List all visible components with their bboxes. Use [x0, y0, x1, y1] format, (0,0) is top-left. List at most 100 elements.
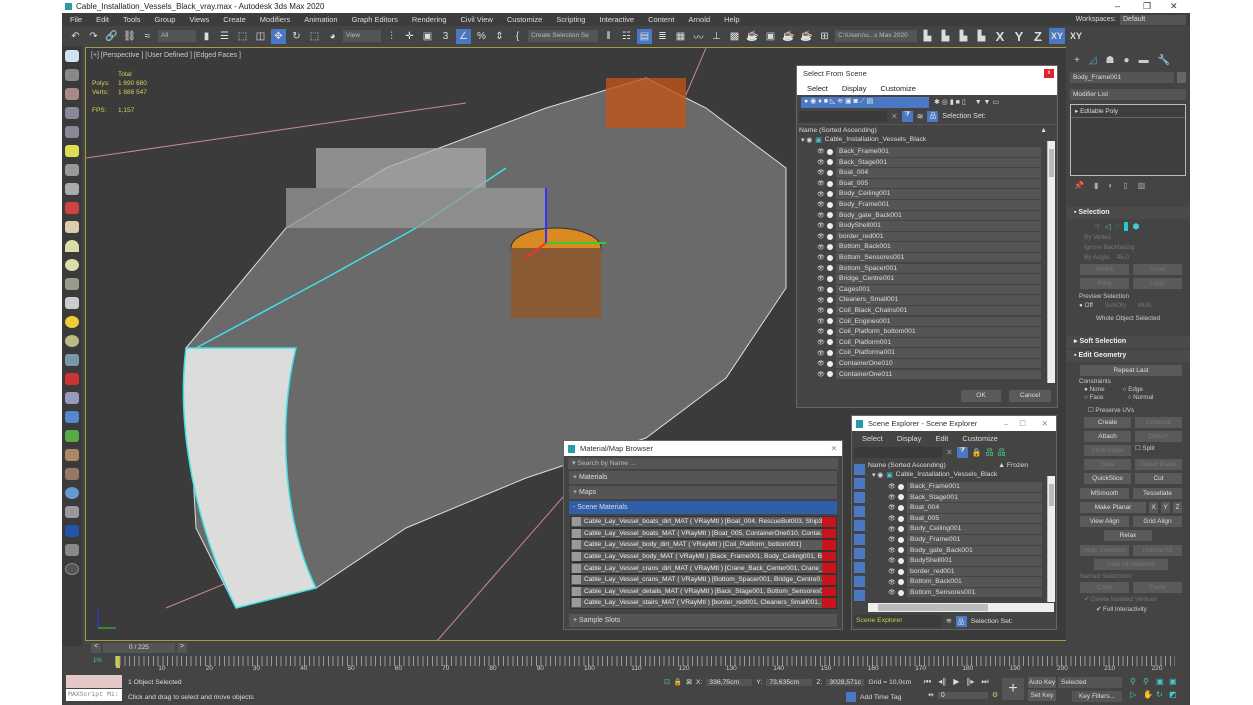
axis-xy-button[interactable]: XY: [1049, 28, 1065, 44]
make-unique-icon[interactable]: ◐: [1108, 181, 1113, 190]
relax-button[interactable]: Relax: [1104, 530, 1152, 541]
visibility-eye-icon[interactable]: 👁: [817, 275, 825, 282]
time-config-icon[interactable]: ⚙: [992, 691, 998, 699]
materials-category[interactable]: + Materials: [569, 471, 837, 484]
object-list-scrollbar[interactable]: [1047, 141, 1055, 383]
visibility-eye-icon[interactable]: 👁: [817, 169, 825, 176]
funnel-icons[interactable]: ▼ ▼ ▭: [975, 98, 999, 106]
link-icon[interactable]: 🔗: [104, 29, 119, 44]
cone-icon[interactable]: [65, 297, 79, 309]
lock-icon[interactable]: 🔒: [972, 448, 982, 457]
visibility-eye-icon[interactable]: 👁: [817, 233, 825, 240]
menu-graph-editors[interactable]: Graph Editors: [352, 15, 398, 24]
pivot-icon[interactable]: ⫶: [384, 29, 399, 44]
absolute-mode-icon[interactable]: ⊠: [686, 678, 692, 686]
axis-y-button[interactable]: Y: [1011, 29, 1027, 44]
cloud-icon[interactable]: [65, 69, 79, 81]
quickslice-button[interactable]: QuickSlice: [1084, 473, 1131, 484]
bind-spacewarp-icon[interactable]: ≈: [140, 29, 155, 44]
list-item[interactable]: 👁 Body_Frame001: [817, 199, 1045, 210]
ribbon-icon[interactable]: ▦: [673, 29, 688, 44]
set-key-button[interactable]: Set Key: [1028, 690, 1056, 701]
spinner-snap-icon[interactable]: ⇕: [492, 29, 507, 44]
material-editor-icon[interactable]: ▩: [727, 29, 742, 44]
window-crossing-icon[interactable]: ◫: [253, 29, 268, 44]
preview-multi-radio[interactable]: Multi: [1138, 302, 1151, 309]
explorer-name-select[interactable]: Scene Explorer: [854, 615, 942, 627]
list-item[interactable]: 👁 Coil_Black_Chains001: [817, 305, 1045, 316]
manipulate-icon[interactable]: ✛: [402, 29, 417, 44]
list-item[interactable]: 👁 Body_Ceiling001: [888, 524, 1046, 535]
repeat-last-button[interactable]: Repeat Last: [1080, 365, 1182, 376]
list-item[interactable]: 👁 Body_gate_Back001: [888, 545, 1046, 556]
spacewarp-filter-icon[interactable]: [854, 534, 865, 545]
name-column-header[interactable]: Name (Sorted Ascending) ▲: [797, 124, 1057, 136]
visibility-eye-icon[interactable]: 👁: [888, 568, 896, 575]
menu-tools[interactable]: Tools: [123, 15, 141, 24]
paste-button[interactable]: Paste: [1133, 582, 1182, 593]
align-icon[interactable]: ☷: [619, 29, 634, 44]
preview-off-radio[interactable]: ● Off: [1079, 302, 1093, 309]
visibility-eye-icon[interactable]: 👁: [817, 222, 825, 229]
render-setup-icon[interactable]: ☕: [745, 29, 760, 44]
play-icon[interactable]: ▶: [953, 677, 959, 687]
list-item[interactable]: 👁 Body_Ceiling001: [817, 189, 1045, 200]
list-item[interactable]: 👁 Back_Frame001: [817, 147, 1045, 158]
project-path-select[interactable]: C:\Users\u...s Max 2020: [835, 30, 917, 42]
plant-icon[interactable]: [65, 430, 79, 442]
particles-icon[interactable]: [65, 354, 79, 366]
name-column-header[interactable]: Name (Sorted Ascending) ▲ Frozen: [868, 460, 1056, 471]
zoom-extents-icon[interactable]: ▣: [1156, 677, 1169, 686]
visibility-eye-icon[interactable]: 👁: [888, 557, 896, 564]
prev-frame-icon[interactable]: <: [91, 643, 101, 653]
attach-button[interactable]: Attach: [1084, 431, 1131, 442]
project-icon-3[interactable]: ▙: [956, 29, 971, 44]
fluid-icon[interactable]: [65, 411, 79, 423]
tree-root[interactable]: ▾ ◉ ▣ Cable_Installation_Vessels_Black: [868, 471, 1056, 482]
soft-selection-rollout-header[interactable]: ▸ Soft Selection: [1066, 336, 1190, 348]
edge-level-icon[interactable]: ◁: [1105, 222, 1111, 231]
dome-icon[interactable]: [65, 240, 79, 252]
orbit-icon[interactable]: ↻: [1156, 690, 1169, 699]
key-mode-select[interactable]: Selected: [1058, 677, 1122, 688]
render-iterative-icon[interactable]: ☕: [799, 29, 814, 44]
frame-counter[interactable]: 0 / 225: [103, 643, 175, 653]
z-coordinate[interactable]: 3028,571c: [826, 678, 865, 686]
list-item[interactable]: 👁 Bottom_Back001: [817, 242, 1045, 253]
list-item[interactable]: 👁 Body_gate_Back001: [817, 210, 1045, 221]
motion-tab-icon[interactable]: ●: [1124, 55, 1130, 66]
ring-button[interactable]: Ring: [1080, 278, 1129, 289]
viewport-label[interactable]: [+] [Perspective ] [User Defined ] [Edge…: [91, 52, 241, 59]
shrink-button[interactable]: Shrink: [1080, 264, 1129, 275]
reel-icon[interactable]: [65, 202, 79, 214]
animal-icon[interactable]: [65, 449, 79, 461]
pan-icon[interactable]: ✋: [1143, 690, 1156, 699]
visibility-eye-icon[interactable]: 👁: [817, 265, 825, 272]
menu-edit[interactable]: Edit: [935, 434, 948, 443]
unhide-all-button[interactable]: Unhide All: [1133, 545, 1182, 556]
preserve-uvs-checkbox[interactable]: ☐ Preserve UVs: [1066, 401, 1190, 414]
material-item[interactable]: Cable_Lay_Vessel_crans_MAT ( VRayMtl ) […: [570, 573, 837, 586]
search-field[interactable]: [799, 111, 887, 122]
rendered-frame-icon[interactable]: ▣: [763, 29, 778, 44]
camera-icon[interactable]: [65, 164, 79, 176]
fov-icon[interactable]: ▷: [1130, 690, 1143, 699]
menu-interactive[interactable]: Interactive: [599, 15, 634, 24]
scene-materials-category[interactable]: - Scene Materials: [569, 501, 837, 514]
sun-icon[interactable]: [65, 316, 79, 328]
hide-unselected-button[interactable]: Hide Unselected: [1094, 559, 1168, 570]
script-icon[interactable]: [65, 544, 79, 556]
sphere-light-icon[interactable]: [65, 259, 79, 271]
menu-display[interactable]: Display: [842, 84, 867, 93]
list-item[interactable]: 👁 Boat_005: [817, 178, 1045, 189]
slice-button[interactable]: Slice: [1084, 459, 1131, 470]
tessellate-button[interactable]: Tessellate: [1133, 488, 1182, 499]
type-filters[interactable]: ● ◉ ♦ ■ ◺ ≋ ▣ ◙ ⟋ ▤: [801, 96, 929, 108]
zoom-all-icon[interactable]: ⚲: [1143, 677, 1156, 686]
set-key-big-button[interactable]: +: [1002, 678, 1024, 700]
pin-stack-icon[interactable]: 📌: [1074, 181, 1084, 190]
visibility-eye-icon[interactable]: 👁: [888, 483, 896, 490]
named-selection-sets[interactable]: Create Selection Se: [528, 30, 598, 42]
utilities-tab-icon[interactable]: 🔧: [1158, 55, 1170, 66]
next-frame-icon[interactable]: >: [177, 643, 187, 653]
